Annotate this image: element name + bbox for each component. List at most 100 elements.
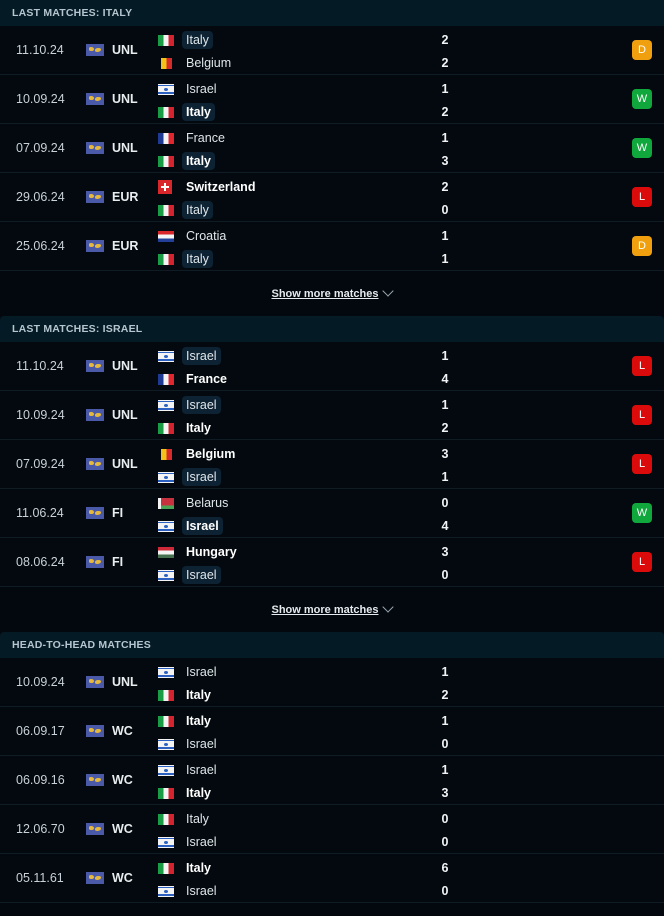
away-team: Israel [158, 832, 221, 852]
italy-flag-icon [158, 422, 174, 434]
teams: Italy Israel [158, 854, 458, 902]
france-flag-icon [158, 373, 174, 385]
italy-flag-icon [158, 813, 174, 825]
match-row[interactable]: 25.06.24 EUR Croatia Italy 1 1 D [0, 222, 664, 271]
teams: Italy Belgium [158, 26, 458, 74]
match-row[interactable]: 08.06.24 FI Hungary Israel 3 0 L [0, 538, 664, 587]
competition: WC [86, 773, 133, 787]
result-badge: W [632, 89, 652, 109]
israel-flag-icon [158, 350, 174, 362]
match-row[interactable]: 11.10.24 UNL Israel France 1 4 L [0, 342, 664, 391]
home-team: Israel [158, 662, 221, 682]
match-row[interactable]: 10.09.24 UNL Israel Italy 1 2 W [0, 75, 664, 124]
home-score: 1 [441, 131, 449, 145]
away-score: 1 [441, 470, 449, 484]
match-section: HEAD-TO-HEAD MATCHES 10.09.24 UNL Israel… [0, 632, 664, 908]
israel-flag-icon [158, 885, 174, 897]
star-of-david-icon [164, 768, 168, 772]
away-team: Italy [158, 685, 215, 705]
match-date: 11.10.24 [16, 359, 64, 373]
competition-label: UNL [112, 141, 138, 155]
home-team: Israel [158, 79, 221, 99]
away-score: 4 [441, 372, 449, 386]
home-team: Italy [158, 809, 213, 829]
home-team: Israel [158, 760, 221, 780]
match-row[interactable]: 07.09.24 UNL Belgium Israel 3 1 L [0, 440, 664, 489]
teams: Belarus Israel [158, 489, 458, 537]
teams: France Italy [158, 124, 458, 172]
home-team: France [158, 128, 229, 148]
match-date: 10.09.24 [16, 92, 65, 106]
match-date: 06.09.17 [16, 724, 65, 738]
home-score: 1 [441, 665, 449, 679]
competition: EUR [86, 239, 138, 253]
teams: Switzerland Italy [158, 173, 458, 221]
match-row[interactable]: 07.09.24 UNL France Italy 1 3 W [0, 124, 664, 173]
chevron-down-icon[interactable] [382, 601, 395, 613]
competition-label: WC [112, 724, 133, 738]
home-team-name: Italy [186, 714, 212, 728]
match-row[interactable]: 11.06.24 FI Belarus Israel 0 4 W [0, 489, 664, 538]
chevron-down-icon[interactable] [382, 285, 395, 297]
show-more-matches-link[interactable]: Show more matches [272, 288, 379, 300]
home-team-name: Hungary [186, 545, 237, 559]
away-score: 0 [441, 568, 449, 582]
israel-flag-icon [158, 836, 174, 848]
home-score: 1 [441, 349, 449, 363]
home-team-name: Israel [182, 396, 221, 414]
home-team-name: Israel [186, 763, 217, 777]
away-team-name: Belgium [186, 56, 232, 70]
away-team-name: Italy [186, 688, 212, 702]
home-team: Croatia [158, 226, 230, 246]
competition: FI [86, 555, 123, 569]
competition-label: UNL [112, 92, 138, 106]
match-row[interactable]: 29.06.24 EUR Switzerland Italy 2 0 L [0, 173, 664, 222]
italy-flag-icon [158, 787, 174, 799]
away-team: Israel [158, 516, 223, 536]
match-row[interactable]: 06.09.17 WC Italy Israel 1 0 [0, 707, 664, 756]
world-map-icon [86, 360, 104, 372]
competition-label: WC [112, 773, 133, 787]
match-row[interactable]: 05.11.61 WC Italy Israel 6 0 [0, 854, 664, 903]
home-team-name: Italy [186, 861, 212, 875]
away-team: Italy [158, 200, 213, 220]
competition: WC [86, 724, 133, 738]
match-row[interactable]: 10.09.24 UNL Israel Italy 1 2 [0, 658, 664, 707]
away-score: 4 [441, 519, 449, 533]
home-score: 0 [441, 496, 449, 510]
match-list: 11.10.24 UNL Italy Belgium 2 2 D 10.09.2… [0, 26, 664, 271]
home-team: Belgium [158, 444, 239, 464]
match-row[interactable]: 12.06.70 WC Italy Israel 0 0 [0, 805, 664, 854]
result-badge: L [632, 454, 652, 474]
section-header: LAST MATCHES: ITALY [0, 0, 664, 26]
home-score: 3 [441, 447, 449, 461]
match-list: 11.10.24 UNL Israel France 1 4 L 10.09.2… [0, 342, 664, 587]
competition: UNL [86, 43, 138, 57]
away-score: 0 [441, 203, 449, 217]
home-team-name: Croatia [186, 229, 227, 243]
competition-label: EUR [112, 239, 139, 253]
match-row[interactable]: 10.09.24 UNL Israel Italy 1 2 L [0, 391, 664, 440]
match-row[interactable]: 11.10.24 UNL Italy Belgium 2 2 D [0, 26, 664, 75]
home-team: Switzerland [158, 177, 259, 197]
switzerland-flag-icon [158, 180, 172, 194]
show-more-matches-link[interactable]: Show more matches [272, 604, 379, 616]
away-score: 3 [441, 786, 449, 800]
home-score: 0 [441, 812, 449, 826]
show-more-row: Show more matches [0, 271, 664, 316]
star-of-david-icon [164, 354, 168, 358]
match-history-page: LAST MATCHES: ITALY 11.10.24 UNL Italy B… [0, 0, 664, 908]
result-badge: W [632, 138, 652, 158]
home-team-name: Italy [186, 812, 209, 826]
home-team: Belarus [158, 493, 232, 513]
match-row[interactable]: 06.09.16 WC Israel Italy 1 3 [0, 756, 664, 805]
star-of-david-icon [164, 475, 168, 479]
match-date: 08.06.24 [16, 555, 65, 569]
italy-flag-icon [158, 106, 174, 118]
away-team-name: Italy [186, 421, 212, 435]
match-date: 05.11.61 [16, 871, 64, 885]
match-section: LAST MATCHES: ITALY 11.10.24 UNL Italy B… [0, 0, 664, 316]
home-score: 1 [441, 714, 449, 728]
match-date: 06.09.16 [16, 773, 65, 787]
competition: UNL [86, 141, 138, 155]
